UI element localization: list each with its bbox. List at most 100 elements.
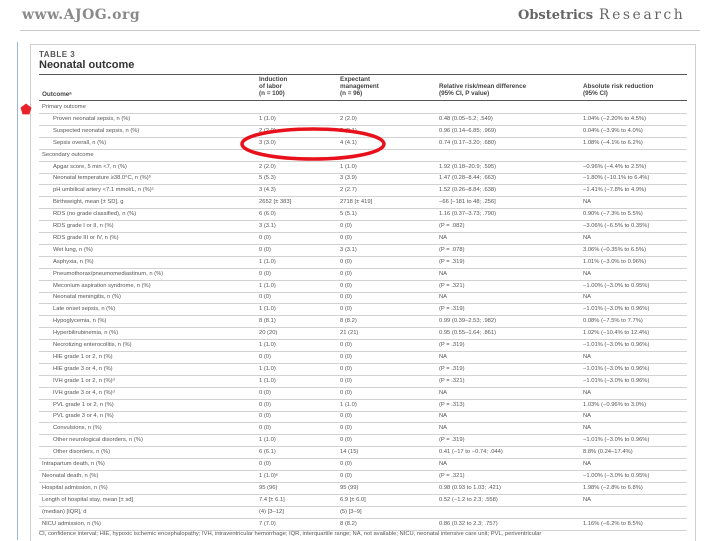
cell-outcome: Convulsions, n (%): [53, 425, 102, 432]
cell-absolute-risk: −1.00% (−3.0% to 0.95%): [583, 472, 650, 479]
cell-absolute-risk: NA: [583, 389, 592, 396]
table-row: HIE grade 3 or 4, n (%) 1 (1.0) 0 (0) (P = …: [39, 364, 687, 376]
cell-relative-risk: NA: [439, 294, 448, 301]
col-header-arr-line2: (95% CI): [583, 90, 608, 97]
cell-expectant: 0 (0): [340, 258, 352, 265]
cell-absolute-risk: NA: [583, 234, 592, 241]
col-header-outcome: Outcomeᵃ: [42, 91, 72, 98]
cell-absolute-risk: 1.98% (−2.8% to 6.8%): [583, 484, 643, 491]
cell-outcome: Wet lung, n (%): [53, 246, 93, 253]
table-row: PVL grade 1 or 2, n (%) 0 (0) 1 (1.0) (P = …: [39, 400, 687, 412]
cell-absolute-risk: 1.16% (−6.2% to 8.5%): [583, 520, 643, 527]
cell-relative-risk: 0.98 (0.93 to 1.03; .421): [439, 484, 501, 491]
cell-relative-risk: 0.48 (0.05–5.2; .549): [439, 115, 493, 122]
cell-expectant: 0 (0): [340, 306, 352, 313]
cell-outcome: pH umbilical artery <7.1 mmol/L, n (%)ᶜ: [53, 187, 154, 194]
cell-outcome: RDS grade III or IV, n (%): [53, 234, 119, 241]
cell-outcome: Primary outcome: [42, 104, 86, 110]
cell-absolute-risk: NA: [583, 270, 592, 277]
cell-induction: 6 (6.1): [259, 449, 276, 456]
table-row: RDS (no grade classified), n (%) 6 (6.0) 5…: [39, 209, 687, 222]
table-row: Meconium aspiration syndrome, n (%) 1 (1.…: [39, 281, 687, 293]
cell-relative-risk: 1.47 (0.28–8.44; .663): [439, 175, 497, 182]
cell-expectant: 0 (0): [340, 342, 352, 348]
cell-outcome: IVH grade 1 or 2, n (%)ᵈ: [53, 377, 115, 384]
cell-outcome: Suspected neonatal sepsis, n (%): [53, 127, 140, 134]
cell-expectant: 0 (0): [340, 223, 352, 229]
col-header-relative-risk: Relative risk/mean difference (95% CI, P…: [439, 83, 526, 97]
cell-absolute-risk: 0.08% (−7.5% to 7.7%): [583, 318, 643, 325]
cell-induction: 5 (5.3): [259, 175, 276, 182]
cell-outcome: Proven neonatal sepsis, n (%): [53, 115, 131, 122]
table-row: Wet lung, n (%) 0 (0) 3 (3.1) (P = .078) 3.0…: [39, 245, 687, 257]
cell-induction: 1 (1.0): [259, 342, 276, 348]
cell-absolute-risk: −1.80% (−10.1% to 6.4%): [583, 175, 650, 182]
cell-induction: 0 (0): [259, 294, 271, 301]
cell-expectant: 0 (0): [340, 353, 352, 360]
cell-absolute-risk: 0.04% (−3.9% to 4.0%): [583, 127, 643, 134]
cell-outcome: Neonatal temperature ≥38.0°C, n (%)ᵇ: [53, 175, 151, 182]
cell-absolute-risk: −1.01% (−3.0% to 0.96%): [583, 377, 650, 384]
table-row: Neonatal temperature ≥38.0°C, n (%)ᵇ 5 (5…: [39, 173, 687, 186]
cell-expectant: 3 (3.1): [340, 246, 357, 253]
table-row: (median) [IQR], d (4) [3–12] (5) [3–9]: [39, 507, 687, 519]
cell-expectant: 5 (5.1): [340, 211, 357, 218]
table-row: Hypoglycemia, n (%) 8 (8.1) 8 (8.2) 0.99 (0…: [39, 316, 687, 329]
cell-outcome: HIE grade 1 or 2, n (%): [53, 353, 113, 360]
cell-relative-risk: NA: [439, 234, 448, 241]
col-header-rr-line2: (95% CI, P value): [439, 90, 490, 97]
cell-induction: 1 (1.0)ᵉ: [259, 472, 278, 479]
table-row: Proven neonatal sepsis, n (%) 1 (1.0) 2 (2…: [39, 114, 687, 126]
cell-relative-risk: NA: [439, 461, 448, 467]
cell-induction: 0 (0): [259, 389, 271, 396]
cell-relative-risk: 0.52 (−1.2 to 2.3; .558): [439, 496, 498, 503]
cell-outcome: NICU admission, n (%): [42, 520, 101, 527]
cell-outcome: Intrapartum death, n (%): [42, 461, 105, 467]
table-row: Pneumothorax/pneumomediastinum, n (%) 0 (…: [39, 269, 687, 281]
cell-outcome: Apgar score, 5 min <7, n (%): [53, 163, 127, 170]
header-bar: www.AJOG.org Obstetrics Research: [0, 0, 720, 32]
cell-expectant: 2718 [± 419]: [340, 199, 373, 206]
cell-absolute-risk: −1.01% (−3.0% to 0.96%): [583, 342, 650, 348]
cell-expectant: 0 (0): [340, 425, 352, 432]
cell-absolute-risk: NA: [583, 199, 592, 206]
cell-absolute-risk: −1.41% (−7.8% to 4.9%): [583, 187, 647, 194]
cell-expectant: 2 (2.7): [340, 187, 357, 194]
table-row: Neonatal death, n (%) 1 (1.0)ᵉ 0 (0) (P = .…: [39, 471, 687, 483]
cell-absolute-risk: NA: [583, 353, 592, 360]
cell-relative-risk: NA: [439, 353, 448, 360]
cell-absolute-risk: 1.02% (−10.4% to 12.4%): [583, 330, 650, 337]
cell-expectant: 0 (0): [340, 389, 352, 396]
cell-induction: 1 (1.0): [259, 282, 276, 289]
col-header-induction-line3: (n = 100): [259, 90, 285, 97]
cell-relative-risk: 0.99 (0.39–2.53; .982): [439, 318, 497, 325]
cell-expectant: 8 (8.2): [340, 318, 357, 325]
cell-induction: (4) [3–12]: [259, 508, 284, 515]
cell-relative-risk: (P = .319): [439, 306, 465, 313]
cell-relative-risk: 1.52 (0.26–8.84; .638): [439, 187, 497, 194]
cell-relative-risk: NA: [439, 425, 448, 432]
cell-outcome: Other disorders, n (%): [53, 449, 111, 456]
cell-induction: 0 (0): [259, 401, 271, 408]
cell-induction: 0 (0): [259, 413, 271, 420]
cell-expectant: 0 (0): [340, 437, 352, 444]
cell-absolute-risk: −1.01% (−3.0% to 0.96%): [583, 306, 650, 313]
cell-outcome: Neonatal meningitis, n (%): [53, 294, 121, 301]
cell-absolute-risk: 1.08% (−4.1% to 6.2%): [583, 139, 643, 146]
table-row: Late onset sepsis, n (%) 1 (1.0) 0 (0) (P =…: [39, 304, 687, 317]
cell-outcome: Neonatal death, n (%): [42, 472, 99, 479]
cell-relative-risk: (P = .319): [439, 342, 465, 348]
cell-induction: 0 (0): [259, 270, 271, 277]
col-header-expectant-line3: (n = 96): [340, 90, 363, 97]
cell-relative-risk: 0.86 (0.32 to 2.3; .757): [439, 520, 498, 527]
cell-outcome: Late onset sepsis, n (%): [53, 306, 116, 313]
cell-expectant: (5) [3–9]: [340, 508, 362, 515]
cell-induction: 7 (7.0): [259, 520, 276, 527]
cell-outcome: RDS (no grade classified), n (%): [53, 211, 137, 218]
cell-relative-risk: 1.16 (0.37–3.73; .790): [439, 211, 497, 218]
cell-expectant: 14 (15): [340, 449, 359, 456]
cell-absolute-risk: −3.06% (−6.5% to 0.35%): [583, 223, 650, 229]
cell-outcome: Necrotizing enterocolitis, n (%): [53, 342, 132, 348]
table-row: Apgar score, 5 min <7, n (%) 2 (2.0) 1 (1.…: [39, 162, 687, 174]
cell-relative-risk: 0.95 (0.55–1.64; .861): [439, 330, 497, 337]
